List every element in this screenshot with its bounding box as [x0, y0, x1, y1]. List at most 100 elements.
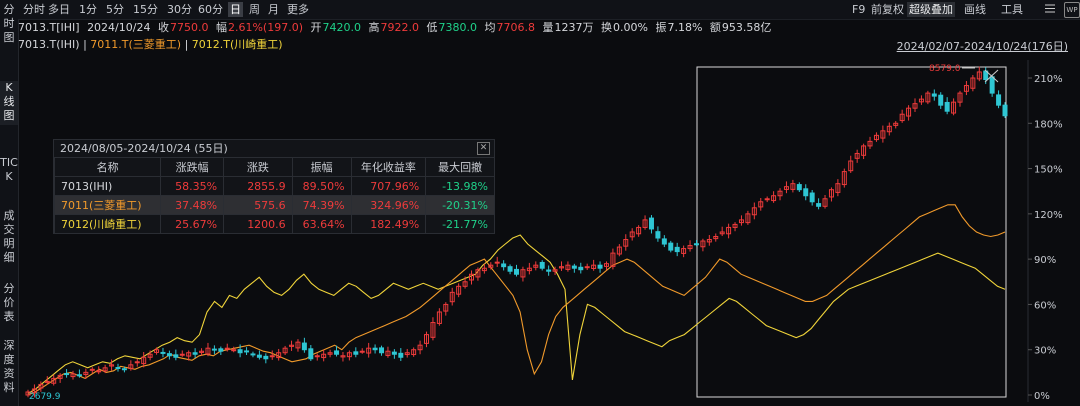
stats-cell-annual: 182.49% — [350, 214, 426, 233]
candle-body — [224, 347, 230, 350]
candle-body — [64, 373, 70, 376]
period-5[interactable]: 30分 — [165, 2, 194, 17]
table-row[interactable]: 7011(三菱重工) 37.48% 575.6 74.39% 324.96% -20.31… — [53, 195, 494, 215]
stats-cell-name: 7012(川崎重工) — [53, 214, 161, 233]
candle-body — [263, 355, 269, 360]
candle-body — [648, 217, 654, 230]
stats-header-4: 年化收益率 — [350, 157, 426, 177]
candle-body — [166, 353, 172, 357]
y-tick-label: 90% — [1034, 255, 1056, 266]
stats-cell-dd: -21.77% — [425, 214, 494, 233]
low-value: 7380.0 — [438, 21, 478, 34]
stats-title-text: 2024/08/05-2024/10/24 (55日) — [60, 142, 228, 155]
stats-table: 名称 涨跌幅 涨跌 振幅 年化收益率 最大回撤 7013(IHI) 58.35% 2855.9… — [53, 157, 494, 233]
candle-body — [661, 238, 667, 245]
period-0[interactable]: 分时 — [21, 2, 47, 17]
quote-info-bar: 7013.T[IHI] 2024/10/24 收7750.0 幅2.61%(19… — [18, 19, 1080, 36]
candle-body — [44, 380, 50, 383]
stats-cell-amp: 89.50% — [291, 176, 352, 196]
period-2[interactable]: 1分 — [77, 2, 99, 17]
candle-body — [269, 355, 275, 358]
candle-body — [173, 354, 179, 358]
toolbar-right-0[interactable]: F9 — [850, 2, 867, 17]
interval-stats-panel: 2024/08/05-2024/10/24 (55日) ✕ 名称 涨跌幅 涨跌 振幅年… — [53, 139, 495, 234]
close-icon[interactable]: ✕ — [477, 142, 490, 155]
toolbar-right-4[interactable]: 工具 — [999, 2, 1025, 17]
left-tab-3[interactable]: 成交明细 — [0, 209, 18, 269]
candle-body — [578, 266, 584, 271]
candle-body — [250, 353, 256, 356]
candle-body — [996, 94, 1002, 106]
candle-body — [1002, 104, 1008, 117]
open-value: 7420.0 — [322, 21, 362, 34]
candle-body — [539, 261, 545, 269]
chg-value: 2.61%(197.0) — [227, 21, 303, 34]
candle-body — [237, 349, 243, 354]
avg-label: 均 — [484, 21, 496, 34]
left-tab-strip: 分时图 K线图 TICK 成交明细分价表深度资料 — [0, 0, 19, 406]
period-10[interactable]: 更多 — [285, 2, 311, 17]
left-tab-1[interactable]: K线图 — [0, 81, 18, 125]
candle-body — [115, 367, 121, 370]
toolbar-right-3[interactable]: 画线 — [962, 2, 988, 17]
candle-body — [231, 349, 237, 352]
candle-body — [353, 351, 359, 355]
candle-body — [693, 243, 699, 246]
period-8[interactable]: 周 — [247, 2, 262, 17]
candle-body — [211, 348, 217, 351]
quote-date: 2024/10/24 — [87, 21, 151, 34]
legend-mitsubishi[interactable]: 7011.T(三菱重工) — [90, 38, 181, 51]
legend-main[interactable]: 7013.T(IHI) — [18, 38, 80, 51]
stats-cell-diff: 1200.6 — [223, 214, 293, 233]
left-tab-2[interactable]: TICK — [0, 156, 18, 200]
y-tick-label: 30% — [1034, 346, 1056, 357]
stats-cell-annual: 324.96% — [350, 195, 426, 215]
amp-label: 振 — [655, 21, 667, 34]
toolbar-right-1[interactable]: 前复权 — [869, 2, 906, 17]
y-tick-label: 0% — [1034, 391, 1050, 402]
stock-code: 7013.T[IHI] — [18, 21, 80, 34]
left-tab-0[interactable]: 分时图 — [0, 3, 18, 47]
period-6[interactable]: 60分 — [196, 2, 225, 17]
close-value: 7750.0 — [169, 21, 209, 34]
candle-body — [134, 361, 140, 364]
candle-body — [192, 352, 198, 355]
period-1[interactable]: 多日 — [46, 2, 72, 17]
period-7[interactable]: 日 — [228, 2, 243, 17]
high-value: 7922.0 — [380, 21, 420, 34]
low-label: 低 — [426, 21, 438, 34]
stats-cell-chg: 37.48% — [160, 195, 224, 215]
candle-body — [391, 351, 397, 355]
legend-kawasaki[interactable]: 7012.T(川崎重工) — [192, 38, 283, 51]
wp-icon[interactable]: WP — [1064, 2, 1080, 18]
table-row[interactable]: 7012(川崎重工) 25.67% 1200.6 63.64% 182.49% -21.7… — [53, 214, 494, 233]
vol-label: 量 — [542, 21, 554, 34]
candle-body — [668, 242, 674, 251]
candle-body — [514, 268, 519, 275]
left-tab-5[interactable]: 深度资料 — [0, 339, 18, 403]
period-9[interactable]: 月 — [266, 2, 281, 17]
stats-cell-name: 7013(IHI) — [53, 176, 161, 196]
left-tab-4[interactable]: 分价表 — [0, 282, 18, 326]
period-4[interactable]: 15分 — [131, 2, 160, 17]
candle-body — [816, 203, 822, 207]
y-tick-label: 210% — [1034, 74, 1063, 85]
avg-value: 7706.8 — [496, 21, 536, 34]
candle-body — [179, 353, 185, 356]
menu-icon[interactable] — [1044, 3, 1056, 14]
date-range-label[interactable]: 2024/02/07-2024/10/24(176日) — [897, 38, 1068, 54]
stats-cell-chg: 25.67% — [160, 214, 224, 233]
turn-value: 0.00% — [613, 21, 648, 34]
candle-body — [398, 352, 404, 358]
table-row[interactable]: 7013(IHI) 58.35% 2855.9 89.50% 707.96% -13.98… — [53, 176, 494, 196]
stats-cell-diff: 575.6 — [223, 195, 293, 215]
toolbar-right-2[interactable]: 超级叠加 — [907, 2, 955, 17]
candle-body — [809, 192, 815, 203]
stats-header-0: 名称 — [53, 157, 161, 177]
candle-body — [334, 350, 340, 355]
candle-body — [796, 184, 802, 191]
candle-body — [301, 342, 307, 351]
close-label: 收 — [157, 21, 169, 34]
stats-cell-annual: 707.96% — [350, 176, 426, 196]
period-3[interactable]: 5分 — [104, 2, 126, 17]
